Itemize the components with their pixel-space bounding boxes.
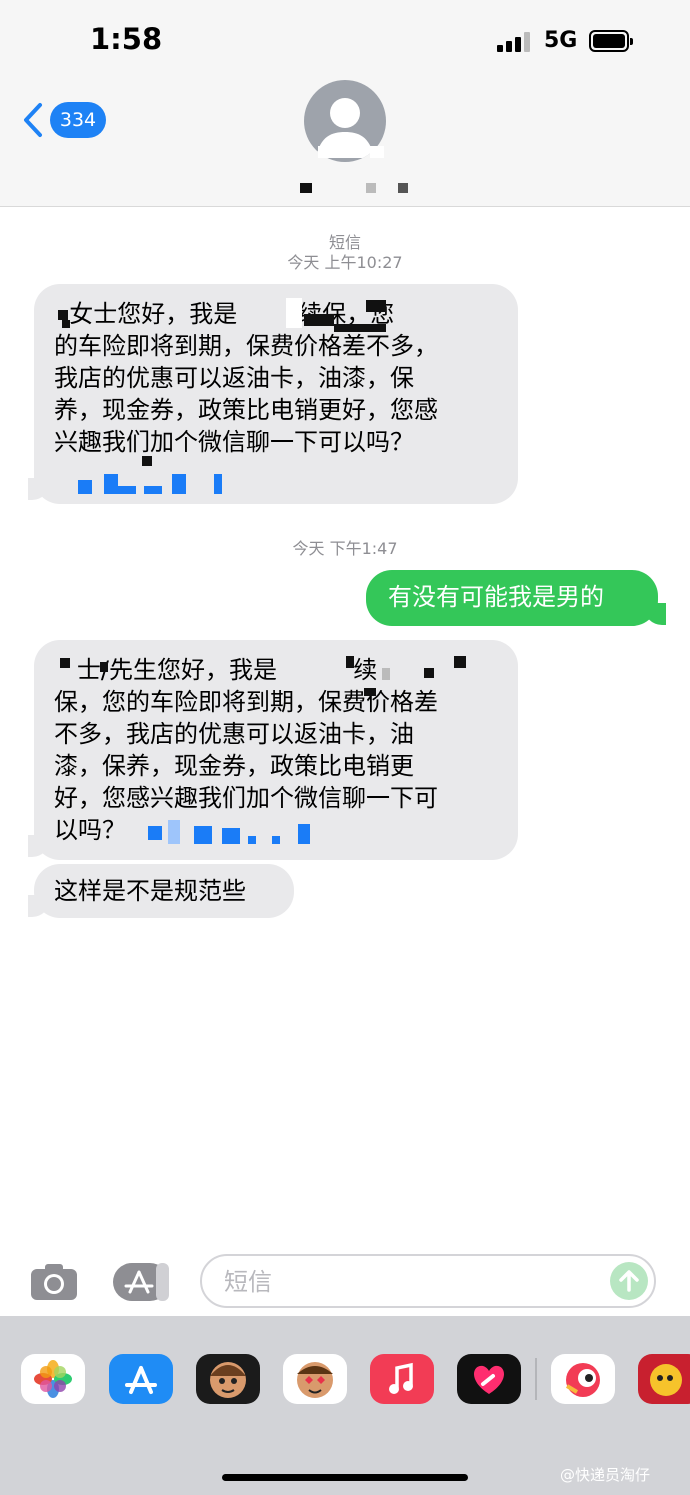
sticker-app-icon[interactable] bbox=[551, 1354, 615, 1404]
message-input[interactable] bbox=[200, 1254, 656, 1308]
apps-button[interactable] bbox=[112, 1262, 170, 1302]
camera-icon bbox=[31, 1264, 77, 1300]
redaction-mark bbox=[222, 828, 240, 844]
send-button[interactable] bbox=[610, 1262, 648, 1300]
compose-bar bbox=[0, 1248, 690, 1316]
camera-button[interactable] bbox=[30, 1263, 78, 1301]
redaction-mark bbox=[334, 324, 386, 332]
music-icon[interactable] bbox=[370, 1354, 434, 1404]
watermark: @快递员淘仔 bbox=[560, 1466, 651, 1484]
contact-name-redacted[interactable] bbox=[300, 183, 312, 193]
redaction-mark bbox=[142, 456, 152, 466]
message-text-field[interactable] bbox=[222, 1262, 606, 1302]
status-time: 1:58 bbox=[90, 22, 163, 56]
back-button[interactable]: 334 bbox=[22, 100, 112, 140]
redaction-mark bbox=[370, 146, 384, 158]
redaction-mark bbox=[382, 668, 390, 680]
incoming-message[interactable]: 士/先生您好，我是 续 保，您的车险即将到期，保费价格差 不多，我店的优惠可以返… bbox=[34, 640, 518, 860]
digital-touch-icon[interactable] bbox=[457, 1354, 521, 1404]
outgoing-message[interactable]: 有没有可能我是男的 bbox=[366, 570, 658, 626]
unread-badge: 334 bbox=[50, 102, 106, 138]
chevron-left-icon bbox=[24, 103, 42, 137]
redaction-mark bbox=[286, 298, 302, 328]
message-text: 有没有可能我是男的 bbox=[388, 583, 604, 611]
redaction-mark bbox=[272, 836, 280, 844]
redacted-phone-number[interactable] bbox=[148, 826, 162, 840]
redaction-mark bbox=[194, 826, 212, 844]
redaction-mark bbox=[346, 656, 354, 668]
timestamp: 今天 下午1:47 bbox=[292, 539, 398, 558]
redaction-mark bbox=[366, 183, 376, 193]
home-indicator bbox=[222, 1474, 468, 1481]
battery-icon bbox=[589, 30, 633, 52]
redaction-mark bbox=[144, 486, 162, 494]
redaction-mark bbox=[100, 662, 108, 672]
incoming-message[interactable]: 女士您好，我是 续保，您 的车险即将到期，保费价格差不多， 我店的优惠可以返油卡… bbox=[34, 284, 518, 504]
redaction-mark bbox=[304, 314, 334, 326]
message-text: 这样是不是规范些 bbox=[54, 877, 246, 905]
redaction-mark bbox=[398, 183, 408, 193]
message-text: 士/先生您好，我是 续 保，您的车险即将到期，保费价格差 不多，我店的优惠可以返… bbox=[54, 656, 438, 844]
redaction-mark bbox=[60, 658, 70, 668]
signal-icon bbox=[497, 32, 535, 52]
message-text: 女士您好，我是 续保，您 的车险即将到期，保费价格差不多， 我店的优惠可以返油卡… bbox=[54, 300, 438, 456]
redaction-mark bbox=[424, 668, 434, 678]
redaction-mark bbox=[364, 688, 376, 696]
redaction-mark bbox=[248, 836, 256, 844]
network-label: 5G bbox=[544, 28, 578, 53]
sticker-app-2-icon[interactable] bbox=[638, 1354, 690, 1404]
redaction-mark bbox=[366, 300, 386, 312]
app-store-icon[interactable] bbox=[109, 1354, 173, 1404]
redaction-mark bbox=[454, 656, 466, 668]
timestamp: 今天 上午10:27 bbox=[287, 253, 403, 272]
redaction-mark bbox=[318, 146, 328, 158]
redacted-phone-number[interactable] bbox=[78, 480, 92, 494]
animoji-icon[interactable] bbox=[283, 1354, 347, 1404]
photos-icon[interactable] bbox=[21, 1354, 85, 1404]
redaction-mark bbox=[58, 310, 68, 320]
redaction-mark bbox=[298, 824, 310, 844]
app-store-icon bbox=[113, 1263, 169, 1301]
arrow-up-icon bbox=[619, 1270, 639, 1292]
redaction-mark bbox=[62, 320, 70, 328]
drawer-divider bbox=[535, 1358, 537, 1400]
redaction-mark bbox=[104, 474, 118, 494]
conversation-header: 1:58 5G 334 bbox=[0, 0, 690, 207]
incoming-message[interactable]: 这样是不是规范些 bbox=[34, 864, 294, 918]
redaction-mark bbox=[214, 474, 222, 494]
redaction-mark bbox=[172, 474, 186, 494]
memoji-icon[interactable] bbox=[196, 1354, 260, 1404]
redaction-mark bbox=[118, 486, 136, 494]
redaction-mark bbox=[168, 820, 180, 844]
